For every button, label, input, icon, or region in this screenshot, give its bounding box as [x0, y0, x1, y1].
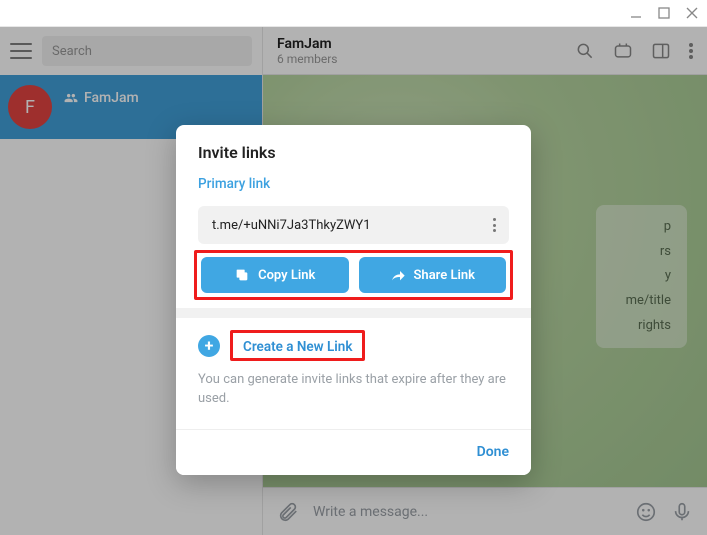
window-titlebar [0, 0, 707, 27]
primary-link-label: Primary link [198, 176, 509, 192]
share-link-button[interactable]: Share Link [359, 257, 507, 293]
share-link-label: Share Link [414, 268, 475, 283]
divider [176, 308, 531, 318]
copy-icon [234, 267, 250, 283]
maximize-icon[interactable] [657, 6, 671, 20]
highlight-buttons: Copy Link Share Link [194, 250, 513, 300]
link-options-icon[interactable] [493, 218, 501, 232]
invite-link-text: t.me/+uNNi7Ja3ThkyZWY1 [212, 218, 371, 233]
dialog-title: Invite links [198, 143, 509, 162]
highlight-create: Create a New Link [230, 330, 365, 361]
share-icon [390, 267, 406, 283]
modal-overlay[interactable]: Invite links Primary link t.me/+uNNi7Ja3… [0, 27, 707, 535]
create-new-link-button[interactable]: Create a New Link [243, 339, 352, 355]
close-icon[interactable] [685, 6, 699, 20]
plus-icon: + [198, 335, 220, 357]
help-text: You can generate invite links that expir… [198, 363, 509, 423]
minimize-icon[interactable] [629, 6, 643, 20]
done-button[interactable]: Done [477, 444, 509, 460]
invite-link-field[interactable]: t.me/+uNNi7Ja3ThkyZWY1 [198, 206, 509, 244]
copy-link-label: Copy Link [258, 268, 315, 283]
copy-link-button[interactable]: Copy Link [201, 257, 349, 293]
invite-links-dialog: Invite links Primary link t.me/+uNNi7Ja3… [176, 125, 531, 475]
